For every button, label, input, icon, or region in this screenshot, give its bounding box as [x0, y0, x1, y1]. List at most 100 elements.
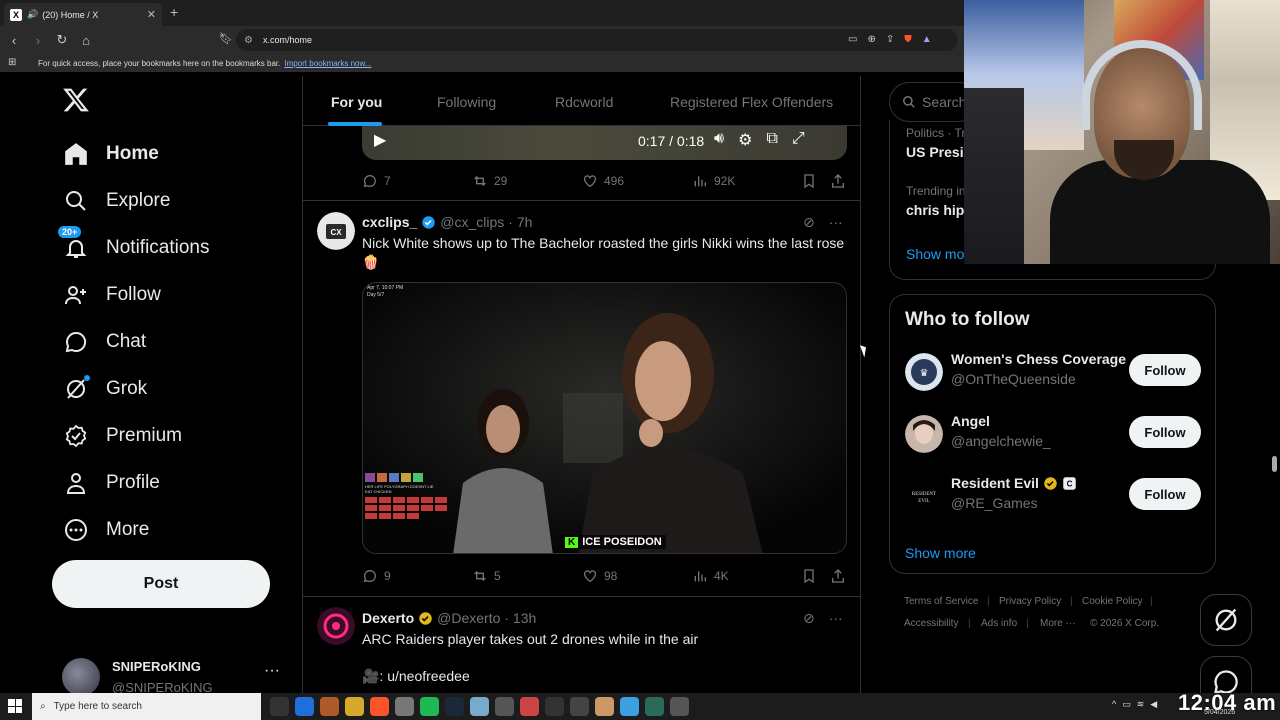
- fullscreen-icon[interactable]: ⤢: [792, 130, 805, 150]
- video-player-controls[interactable]: ▶ 0:17 / 0:18 🔊︎ ⚙ ⧉ ⤢: [362, 126, 847, 160]
- x-logo-icon[interactable]: [62, 86, 90, 114]
- views-button[interactable]: 4K: [692, 568, 729, 584]
- bookmark-icon[interactable]: 🔖︎: [219, 32, 233, 45]
- obs-icon[interactable]: [570, 697, 589, 716]
- follow-suggestion[interactable]: Angel @angelchewie_ Follow: [905, 413, 1205, 457]
- app-icon[interactable]: [320, 697, 339, 716]
- account-more-icon[interactable]: ···: [264, 662, 280, 680]
- post-button[interactable]: Post: [52, 560, 270, 608]
- follow-suggestion[interactable]: RESIDENT EVIL Resident Evil C @RE_Games …: [905, 475, 1205, 519]
- nav-item-notifications[interactable]: 20+ Notifications: [56, 226, 210, 268]
- follow-button[interactable]: Follow: [1129, 478, 1201, 510]
- tab-rdcworld[interactable]: Rdcworld: [555, 94, 613, 110]
- footer-link-terms[interactable]: Terms of Service: [904, 596, 978, 607]
- app-icon[interactable]: [670, 697, 689, 716]
- tweet-time[interactable]: · 7h: [508, 214, 532, 230]
- share-button[interactable]: [830, 568, 846, 584]
- footer-link-more[interactable]: More ···: [1040, 618, 1076, 629]
- repost-button[interactable]: 29: [472, 173, 507, 189]
- footer-link-ads-info[interactable]: Ads info: [981, 618, 1017, 629]
- settings-icon[interactable]: ⚙: [738, 130, 752, 150]
- nav-item-grok[interactable]: Grok: [56, 369, 147, 409]
- site-info-icon[interactable]: ⚙: [244, 35, 253, 46]
- repost-button[interactable]: 5: [472, 568, 501, 584]
- tab-for-you[interactable]: For you: [331, 94, 382, 110]
- scrollbar-thumb[interactable]: [1272, 456, 1277, 472]
- more-options-icon[interactable]: ···: [829, 610, 843, 627]
- like-button[interactable]: 98: [582, 568, 617, 584]
- brave-shield-icon[interactable]: ⛊: [904, 34, 912, 45]
- bookmark-button[interactable]: [801, 173, 817, 189]
- nav-item-follow[interactable]: Follow: [56, 275, 161, 315]
- nav-item-premium[interactable]: Premium: [56, 416, 182, 456]
- share-button[interactable]: [830, 173, 846, 189]
- app-icon[interactable]: [595, 697, 614, 716]
- play-icon[interactable]: ▶: [374, 130, 386, 150]
- nav-item-explore[interactable]: Explore: [56, 181, 170, 221]
- tab-following[interactable]: Following: [437, 94, 496, 110]
- app-icon[interactable]: [470, 697, 489, 716]
- app-icon[interactable]: [520, 697, 539, 716]
- views-button[interactable]: 92K: [692, 173, 735, 189]
- new-tab-button[interactable]: +: [170, 4, 178, 20]
- grok-floating-button[interactable]: [1200, 594, 1252, 646]
- app-icon[interactable]: [620, 697, 639, 716]
- nav-item-profile[interactable]: Profile: [56, 463, 160, 503]
- trend-name[interactable]: chris hipl: [906, 202, 968, 218]
- author-name[interactable]: cxclips_: [362, 214, 417, 230]
- follow-suggestion[interactable]: ♛ Women's Chess Coverage @OnTheQueenside…: [905, 351, 1205, 395]
- footer-link-privacy[interactable]: Privacy Policy: [999, 596, 1061, 607]
- import-bookmarks-link[interactable]: Import bookmarks now...: [284, 59, 371, 68]
- audio-playing-icon[interactable]: 🔊: [27, 9, 38, 20]
- grok-explain-icon[interactable]: ⊘: [803, 610, 815, 627]
- tweet-video[interactable]: Apr 7, 10:07 PM Day 5/7 HER LIFE POLYGRA…: [362, 282, 847, 554]
- reply-button[interactable]: 9: [362, 568, 391, 584]
- grok-explain-icon[interactable]: ⊘: [803, 214, 815, 231]
- bookmark-button[interactable]: [801, 568, 817, 584]
- footer-link-accessibility[interactable]: Accessibility: [904, 618, 958, 629]
- reply-button[interactable]: 7: [362, 173, 391, 189]
- epic-games-icon[interactable]: [545, 697, 564, 716]
- tray-expand-icon[interactable]: ^: [1112, 699, 1116, 710]
- nav-item-home[interactable]: Home: [56, 134, 159, 174]
- windows-start-icon[interactable]: [8, 699, 22, 713]
- volume-icon[interactable]: 🔊︎: [714, 130, 724, 150]
- tab-registered-flex-offenders[interactable]: Registered Flex Offenders: [670, 94, 833, 110]
- taskbar-search-input[interactable]: ⌕ Type here to search: [32, 693, 261, 720]
- share-icon[interactable]: ⇪: [886, 34, 894, 45]
- steam-icon[interactable]: [445, 697, 464, 716]
- close-tab-icon[interactable]: ✕: [147, 8, 156, 21]
- network-icon[interactable]: ▭: [1122, 699, 1131, 710]
- rewards-icon[interactable]: ▲: [922, 34, 932, 45]
- reload-icon[interactable]: ↻: [52, 32, 72, 48]
- app-icon[interactable]: [395, 697, 414, 716]
- forward-icon[interactable]: ›: [28, 33, 48, 48]
- apps-grid-icon[interactable]: ⊞: [8, 57, 16, 68]
- zoom-icon[interactable]: ⊕: [867, 34, 875, 45]
- avatar[interactable]: [317, 607, 355, 645]
- volume-icon[interactable]: ◀: [1150, 699, 1157, 710]
- nav-item-chat[interactable]: Chat: [56, 322, 146, 362]
- app-icon[interactable]: [495, 697, 514, 716]
- cast-icon[interactable]: ▭: [848, 34, 857, 45]
- footer-link-cookies[interactable]: Cookie Policy: [1082, 596, 1143, 607]
- account-switcher[interactable]: SNIPERoKING @SNIPERoKING ···: [62, 656, 292, 696]
- brave-icon[interactable]: [370, 697, 389, 716]
- file-explorer-icon[interactable]: [345, 697, 364, 716]
- edge-icon[interactable]: [295, 697, 314, 716]
- author-handle[interactable]: @Dexerto: [437, 610, 500, 626]
- more-options-icon[interactable]: ···: [829, 214, 843, 231]
- back-icon[interactable]: ‹: [4, 33, 24, 48]
- picture-in-picture-icon[interactable]: ⧉: [766, 130, 777, 150]
- author-name[interactable]: Dexerto: [362, 610, 414, 626]
- follow-button[interactable]: Follow: [1129, 354, 1201, 386]
- spotify-icon[interactable]: [420, 697, 439, 716]
- trends-show-more-link[interactable]: Show mo: [906, 246, 964, 262]
- wifi-icon[interactable]: ≋: [1137, 699, 1145, 710]
- trend-name[interactable]: US Presid: [906, 144, 972, 160]
- tweet-time[interactable]: · 13h: [504, 610, 536, 626]
- author-handle[interactable]: @cx_clips: [440, 214, 504, 230]
- home-icon[interactable]: ⌂: [76, 33, 96, 48]
- avatar[interactable]: CX: [317, 212, 355, 250]
- nav-item-more[interactable]: More: [56, 510, 149, 550]
